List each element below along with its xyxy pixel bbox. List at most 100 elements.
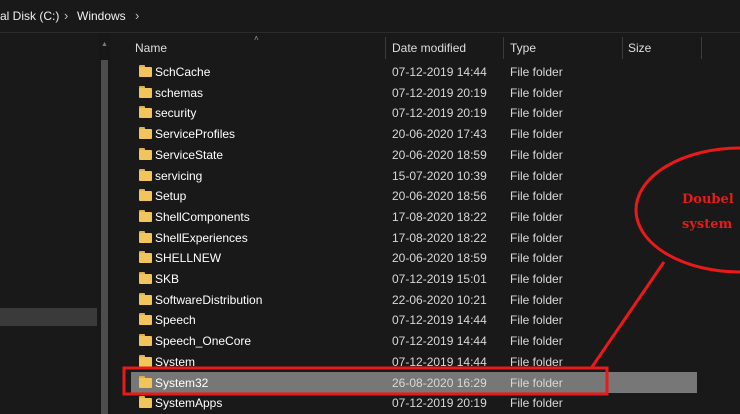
folder-icon bbox=[139, 209, 152, 222]
file-date: 15-07-2020 10:39 bbox=[392, 168, 487, 183]
file-type: File folder bbox=[510, 189, 563, 204]
file-date: 07-12-2019 14:44 bbox=[392, 65, 487, 79]
folder-icon bbox=[139, 106, 152, 119]
file-row[interactable]: SHELLNEW 20-06-2020 18:59 File folder bbox=[120, 247, 740, 268]
folder-icon bbox=[139, 65, 152, 77]
file-row[interactable]: Speech_OneCore 07-12-2019 14:44 File fol… bbox=[120, 330, 740, 351]
scroll-up-icon[interactable]: ▲ bbox=[101, 41, 108, 48]
file-date: 07-12-2019 20:19 bbox=[392, 85, 487, 100]
file-name: SchCache bbox=[155, 65, 211, 79]
sort-up-icon: ˄ bbox=[254, 34, 259, 43]
file-type: File folder bbox=[510, 168, 563, 183]
file-type: File folder bbox=[510, 106, 563, 121]
file-type: File folder bbox=[510, 313, 563, 328]
file-type: File folder bbox=[510, 396, 563, 411]
column-divider[interactable] bbox=[622, 37, 623, 59]
folder-icon bbox=[139, 292, 152, 305]
file-name: Setup bbox=[155, 189, 187, 204]
file-row[interactable]: security 07-12-2019 20:19 File folder bbox=[120, 102, 740, 123]
file-date: 07-12-2019 14:44 bbox=[392, 354, 487, 369]
file-row[interactable]: SoftwareDistribution 22-06-2020 10:21 Fi… bbox=[120, 289, 740, 310]
file-name: SoftwareDistribution bbox=[155, 292, 263, 307]
file-type: File folder bbox=[510, 65, 563, 79]
file-name: servicing bbox=[155, 168, 203, 183]
file-type: File folder bbox=[510, 354, 563, 369]
column-header-size[interactable]: Size bbox=[628, 41, 651, 55]
file-name: Speech bbox=[155, 313, 196, 328]
folder-icon bbox=[139, 313, 152, 326]
file-row[interactable]: servicing 15-07-2020 10:39 File folder bbox=[120, 165, 740, 186]
file-date: 17-08-2020 18:22 bbox=[392, 230, 487, 245]
chevron-right-icon[interactable]: › bbox=[64, 8, 68, 23]
file-type: File folder bbox=[510, 85, 563, 100]
folder-icon bbox=[139, 147, 152, 160]
breadcrumb-windows[interactable]: Windows bbox=[77, 9, 126, 23]
column-header-type[interactable]: Type bbox=[510, 41, 536, 55]
folder-icon bbox=[139, 251, 152, 264]
nav-selected-item[interactable] bbox=[0, 308, 97, 326]
address-bar[interactable]: al Disk (C:) › Windows › bbox=[0, 0, 740, 33]
file-row[interactable]: SKB 07-12-2019 15:01 File folder bbox=[120, 268, 740, 289]
file-row-selected[interactable]: System32 26-08-2020 16:29 File folder bbox=[120, 371, 740, 393]
annotation-text-line2: system bbox=[682, 217, 733, 232]
file-date: 07-12-2019 20:19 bbox=[392, 396, 487, 411]
file-name: System bbox=[155, 354, 196, 369]
folder-icon bbox=[139, 189, 152, 202]
file-row[interactable]: ShellComponents 17-08-2020 18:22 File fo… bbox=[120, 206, 740, 227]
file-type: File folder bbox=[510, 230, 563, 245]
column-divider[interactable] bbox=[503, 37, 504, 59]
file-type: File folder bbox=[510, 147, 563, 162]
file-name: System32 bbox=[155, 375, 209, 390]
column-header-name[interactable]: Name bbox=[135, 41, 167, 55]
breadcrumb-local-disk[interactable]: al Disk (C:) bbox=[0, 9, 59, 23]
column-divider[interactable] bbox=[385, 37, 386, 59]
file-row[interactable]: Speech 07-12-2019 14:44 File folder bbox=[120, 309, 740, 330]
file-date: 07-12-2019 20:19 bbox=[392, 106, 487, 121]
file-name: ShellExperiences bbox=[155, 230, 248, 245]
file-name: schemas bbox=[155, 85, 204, 100]
file-type: File folder bbox=[510, 334, 563, 349]
file-date: 07-12-2019 14:44 bbox=[392, 334, 487, 349]
column-header-date-modified[interactable]: Date modified bbox=[392, 41, 466, 55]
folder-icon bbox=[139, 396, 152, 409]
folder-icon bbox=[139, 354, 152, 367]
file-name: SHELLNEW bbox=[155, 251, 222, 266]
file-name: SKB bbox=[155, 272, 180, 286]
file-type: File folder bbox=[510, 251, 563, 266]
file-type: File folder bbox=[510, 209, 563, 224]
folder-icon bbox=[139, 168, 152, 181]
file-name: ServiceState bbox=[155, 147, 224, 162]
file-date: 20-06-2020 17:43 bbox=[392, 127, 487, 142]
file-type: File folder bbox=[510, 375, 563, 390]
file-name: ServiceProfiles bbox=[155, 127, 236, 142]
navigation-pane bbox=[0, 33, 110, 414]
file-date: 07-12-2019 14:44 bbox=[392, 313, 487, 328]
file-date: 26-08-2020 16:29 bbox=[392, 375, 487, 390]
chevron-right-icon[interactable]: › bbox=[135, 8, 139, 23]
folder-icon bbox=[139, 127, 152, 140]
folder-icon bbox=[139, 85, 152, 98]
file-row[interactable]: ServiceState 20-06-2020 18:59 File folde… bbox=[120, 144, 740, 165]
file-type: File folder bbox=[510, 272, 563, 286]
file-date: 20-06-2020 18:59 bbox=[392, 251, 487, 266]
column-header-row: ˄ Name Date modified Type Size bbox=[120, 33, 740, 63]
file-date: 17-08-2020 18:22 bbox=[392, 209, 487, 224]
file-row[interactable]: SchCache 07-12-2019 14:44 File folder bbox=[120, 61, 740, 82]
folder-icon bbox=[139, 272, 152, 284]
file-row[interactable]: schemas 07-12-2019 20:19 File folder bbox=[120, 82, 740, 103]
file-type: File folder bbox=[510, 127, 563, 142]
file-name: security bbox=[155, 106, 197, 121]
nav-scrollbar-thumb[interactable] bbox=[101, 60, 108, 414]
file-date: 20-06-2020 18:59 bbox=[392, 147, 487, 162]
file-row[interactable]: Setup 20-06-2020 18:56 File folder bbox=[120, 185, 740, 206]
folder-icon bbox=[139, 375, 152, 388]
file-type: File folder bbox=[510, 292, 563, 307]
file-row[interactable]: SystemApps 07-12-2019 20:19 File folder bbox=[120, 392, 740, 413]
file-row[interactable]: ServiceProfiles 20-06-2020 17:43 File fo… bbox=[120, 123, 740, 144]
column-divider[interactable] bbox=[701, 37, 702, 59]
folder-icon bbox=[139, 230, 152, 243]
file-row[interactable]: ShellExperiences 17-08-2020 18:22 File f… bbox=[120, 227, 740, 248]
file-name: ShellComponents bbox=[155, 209, 250, 224]
file-row[interactable]: System 07-12-2019 14:44 File folder bbox=[120, 351, 740, 372]
file-name: SystemApps bbox=[155, 396, 223, 411]
